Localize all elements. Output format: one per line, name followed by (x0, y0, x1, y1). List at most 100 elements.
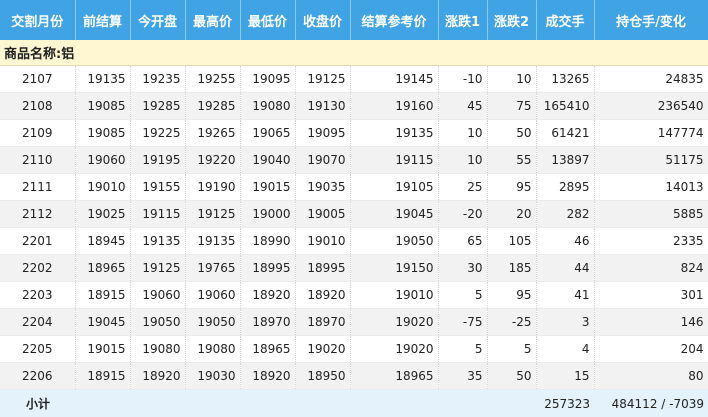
cell-change2: 50 (487, 362, 537, 390)
cell-settle-ref: 19135 (350, 119, 439, 147)
cell-position: 24835 (594, 65, 708, 93)
cell-position: 2335 (594, 227, 708, 255)
cell-prev-settle: 19135 (75, 65, 131, 93)
cell-close: 19020 (295, 335, 351, 363)
cell-change2: 10 (487, 65, 537, 93)
column-header-delivery-month: 交割月份 (0, 0, 76, 40)
cell-delivery-month: 2109 (0, 119, 76, 147)
cell-position: 147774 (594, 119, 708, 147)
cell-open: 19135 (130, 227, 186, 255)
cell-volume: 4 (536, 335, 595, 363)
cell-prev-settle: 19085 (75, 92, 131, 120)
cell-change2: 55 (487, 146, 537, 174)
column-header-high: 最高价 (185, 0, 241, 40)
cell-delivery-month: 2204 (0, 308, 76, 336)
table-row: 2203 18915 19060 19060 18920 18920 19010 5 95 41 3… (0, 281, 708, 309)
cell-settle-ref: 19150 (350, 254, 439, 282)
cell-settle-ref: 19160 (350, 92, 439, 120)
cell-open: 19060 (130, 281, 186, 309)
cell-open: 19115 (130, 200, 186, 228)
cell-open: 19285 (130, 92, 186, 120)
cell-volume: 46 (536, 227, 595, 255)
cell-low: 19040 (240, 146, 296, 174)
cell-settle-ref: 19115 (350, 146, 439, 174)
cell-close: 18995 (295, 254, 351, 282)
cell-low: 18920 (240, 281, 296, 309)
cell-prev-settle: 18965 (75, 254, 131, 282)
column-header-position-change: 持仓手/变化 (594, 0, 708, 40)
table-body: 2107 19135 19235 19255 19095 19125 19145 -10 10 1… (0, 65, 708, 390)
cell-position: 301 (594, 281, 708, 309)
column-header-open: 今开盘 (130, 0, 186, 40)
cell-low: 19080 (240, 92, 296, 120)
cell-prev-settle: 18945 (75, 227, 131, 255)
cell-close: 18920 (295, 281, 351, 309)
cell-delivery-month: 2202 (0, 254, 76, 282)
cell-position: 204 (594, 335, 708, 363)
cell-position: 146 (594, 308, 708, 336)
table-row: 2107 19135 19235 19255 19095 19125 19145 -10 10 1… (0, 65, 708, 93)
cell-position: 5885 (594, 200, 708, 228)
cell-low: 19065 (240, 119, 296, 147)
cell-high: 19080 (185, 335, 241, 363)
cell-change2: 95 (487, 173, 537, 201)
cell-high: 19265 (185, 119, 241, 147)
cell-change2: 185 (487, 254, 537, 282)
cell-change2: 20 (487, 200, 537, 228)
cell-prev-settle: 19085 (75, 119, 131, 147)
cell-position: 51175 (594, 146, 708, 174)
cell-settle-ref: 19010 (350, 281, 439, 309)
table-row: 2109 19085 19225 19265 19065 19095 19135 10 50 61… (0, 119, 708, 147)
cell-settle-ref: 19050 (350, 227, 439, 255)
cell-change2: 5 (487, 335, 537, 363)
quote-table-container: 交割月份 前结算 今开盘 最高价 最低价 收盘价 结算参考价 涨跌1 涨跌2 成… (0, 0, 708, 417)
cell-delivery-month: 2111 (0, 173, 76, 201)
table-header: 交割月份 前结算 今开盘 最高价 最低价 收盘价 结算参考价 涨跌1 涨跌2 成… (0, 0, 708, 40)
cell-delivery-month: 2107 (0, 65, 76, 93)
cell-open: 19125 (130, 254, 186, 282)
cell-delivery-month: 2112 (0, 200, 76, 228)
table-row: 2205 19015 19080 19080 18965 19020 19020 5 5 4 204… (0, 335, 708, 363)
cell-change1: -10 (438, 65, 488, 93)
column-header-change1: 涨跌1 (438, 0, 488, 40)
group-label: 商品名称:铝 (0, 40, 708, 66)
cell-volume: 13897 (536, 146, 595, 174)
column-header-volume: 成交手 (536, 0, 595, 40)
cell-high: 19060 (185, 281, 241, 309)
cell-change1: 5 (438, 281, 488, 309)
futures-quote-table: 交割月份 前结算 今开盘 最高价 最低价 收盘价 结算参考价 涨跌1 涨跌2 成… (0, 0, 708, 417)
cell-high: 19190 (185, 173, 241, 201)
cell-volume: 3 (536, 308, 595, 336)
cell-change1: 45 (438, 92, 488, 120)
cell-high: 19125 (185, 200, 241, 228)
cell-change1: 10 (438, 119, 488, 147)
cell-settle-ref: 19020 (350, 308, 439, 336)
cell-position: 236540 (594, 92, 708, 120)
table-row: 2202 18965 19125 19765 18995 18995 19150 30 185 4… (0, 254, 708, 282)
cell-close: 19035 (295, 173, 351, 201)
table-row: 2111 19010 19155 19190 19015 19035 19105 25 95 28… (0, 173, 708, 201)
cell-open: 18920 (130, 362, 186, 390)
cell-open: 19225 (130, 119, 186, 147)
cell-low: 18995 (240, 254, 296, 282)
cell-low: 18990 (240, 227, 296, 255)
cell-volume: 282 (536, 200, 595, 228)
cell-volume: 13265 (536, 65, 595, 93)
column-header-low: 最低价 (240, 0, 296, 40)
cell-prev-settle: 19025 (75, 200, 131, 228)
cell-change1: 10 (438, 146, 488, 174)
header-row: 交割月份 前结算 今开盘 最高价 最低价 收盘价 结算参考价 涨跌1 涨跌2 成… (0, 0, 708, 40)
table-footer: 小计 257323 484112 / -7039 (0, 389, 708, 417)
total-label: 小计 (0, 389, 536, 417)
cell-high: 19030 (185, 362, 241, 390)
table-row: 2108 19085 19285 19285 19080 19130 19160 45 75 16… (0, 92, 708, 120)
cell-delivery-month: 2108 (0, 92, 76, 120)
cell-change2: -25 (487, 308, 537, 336)
cell-low: 18970 (240, 308, 296, 336)
total-row: 小计 257323 484112 / -7039 (0, 389, 708, 417)
cell-change1: 25 (438, 173, 488, 201)
cell-high: 19050 (185, 308, 241, 336)
cell-delivery-month: 2110 (0, 146, 76, 174)
cell-close: 18970 (295, 308, 351, 336)
group-row: 商品名称:铝 (0, 40, 708, 66)
